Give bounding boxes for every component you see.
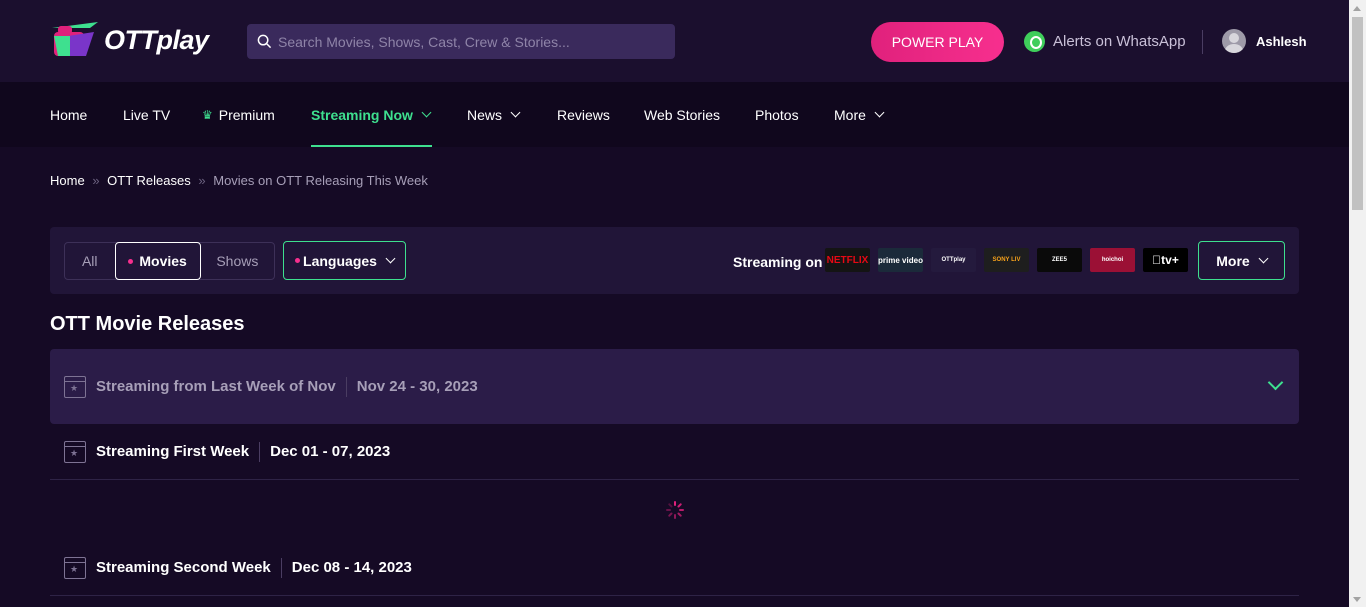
week-divider: [259, 441, 261, 462]
avatar-icon: [1222, 29, 1246, 53]
chevron-down-icon: [874, 107, 885, 118]
search-icon: [257, 34, 272, 49]
calendar-icon: [64, 556, 86, 579]
breadcrumb-separator: »: [92, 173, 100, 188]
streaming-on-label: Streaming on: [733, 254, 823, 270]
provider-label: ZEE5: [1051, 257, 1067, 263]
nav-item-home[interactable]: Home: [50, 82, 87, 147]
filter-shows[interactable]: Shows: [201, 243, 274, 279]
search-input[interactable]: [278, 33, 658, 50]
page: OTTplay POWER PLAY Alerts on WhatsApp As…: [0, 0, 1349, 607]
week-label: Streaming from Last Week of Nov: [96, 378, 336, 395]
provider-apple-tv[interactable]: tv+: [1143, 248, 1188, 272]
breadcrumb: Home » OTT Releases » Movies on OTT Rele…: [50, 173, 428, 188]
week-divider: [280, 557, 282, 578]
loading-spinner-icon: [666, 501, 684, 519]
nav-item-web-stories[interactable]: Web Stories: [644, 82, 720, 147]
whatsapp-alerts-link[interactable]: Alerts on WhatsApp: [1024, 31, 1186, 52]
breadcrumb-current: Movies on OTT Releasing This Week: [213, 173, 428, 188]
nav-item-reviews[interactable]: Reviews: [557, 82, 610, 147]
nav-item-photos[interactable]: Photos: [755, 82, 799, 147]
more-providers-dropdown[interactable]: More: [1198, 241, 1285, 280]
more-label: More: [1216, 252, 1250, 269]
content-type-toggle: All Movies Shows: [64, 242, 275, 280]
nav-label: Premium: [218, 106, 275, 123]
nav-label: Photos: [755, 106, 799, 123]
provider-label: NETFLIX: [826, 254, 869, 266]
week-label: Streaming Second Week: [96, 559, 271, 576]
chevron-down-icon: [385, 253, 396, 264]
nav-item-streaming-now[interactable]: Streaming Now: [311, 82, 432, 147]
scrollbar-thumb[interactable]: [1352, 17, 1363, 210]
nav-item-live-tv[interactable]: Live TV: [123, 82, 170, 147]
section-title: OTT Movie Releases: [50, 313, 245, 335]
chevron-down-icon[interactable]: [1267, 374, 1284, 391]
whatsapp-label: Alerts on WhatsApp: [1053, 33, 1186, 50]
week-row[interactable]: Streaming Second Week Dec 08 - 14, 2023: [50, 540, 1299, 596]
provider-ottplay[interactable]: OTTplay: [931, 248, 976, 272]
provider-netflix[interactable]: NETFLIX: [825, 248, 870, 272]
provider-prime-video[interactable]: prime video: [878, 248, 923, 272]
nav-label: Live TV: [123, 106, 171, 123]
scroll-down-icon[interactable]: [1353, 597, 1361, 602]
languages-dropdown[interactable]: Languages: [283, 241, 406, 280]
filter-movies-label: Movies: [139, 253, 187, 269]
week-divider: [345, 376, 347, 397]
crown-icon: ♛: [202, 107, 213, 122]
provider-label: SONY LIV: [992, 257, 1021, 263]
whatsapp-icon: [1024, 31, 1045, 52]
filter-all[interactable]: All: [65, 243, 115, 279]
ottplay-logo[interactable]: OTTplay: [50, 18, 209, 62]
nav-item-more[interactable]: More: [834, 82, 885, 147]
breadcrumb-separator: »: [198, 173, 206, 188]
main-nav: Home Live TV ♛ Premium Streaming Now News…: [0, 82, 1349, 147]
top-header: OTTplay POWER PLAY Alerts on WhatsApp As…: [0, 0, 1349, 82]
nav-label: Reviews: [557, 106, 610, 123]
nav-item-premium[interactable]: ♛ Premium: [202, 82, 275, 147]
power-play-button[interactable]: POWER PLAY: [871, 22, 1004, 62]
languages-label: Languages: [303, 252, 377, 269]
chevron-down-icon: [1258, 253, 1269, 264]
provider-label: tv+: [1156, 253, 1179, 267]
apple-icon: : [1152, 253, 1161, 267]
week-dates: Dec 08 - 14, 2023: [291, 559, 412, 576]
provider-label: hoichoi: [1101, 257, 1124, 263]
header-divider: [1202, 30, 1203, 54]
week-row[interactable]: Streaming from Last Week of Nov Nov 24 -…: [50, 349, 1299, 424]
provider-label: prime video: [878, 255, 923, 265]
breadcrumb-ott-releases[interactable]: OTT Releases: [107, 173, 191, 188]
provider-hoichoi[interactable]: hoichoi: [1090, 248, 1135, 272]
nav-label: More: [834, 106, 866, 123]
active-dot-icon: [128, 258, 134, 264]
nav-label: Web Stories: [644, 106, 720, 123]
week-dates: Dec 01 - 07, 2023: [270, 443, 391, 460]
nav-label: Home: [50, 106, 88, 123]
chevron-down-icon: [510, 107, 521, 118]
active-dot-icon: [295, 258, 301, 263]
nav-item-news[interactable]: News: [467, 82, 521, 147]
scroll-up-icon[interactable]: [1353, 6, 1361, 11]
calendar-icon: [64, 375, 86, 398]
provider-zee5[interactable]: ZEE5: [1037, 248, 1082, 272]
filter-bar: All Movies Shows Languages Streaming on …: [50, 227, 1299, 294]
logo-text: OTTplay: [104, 24, 209, 55]
provider-label: OTTplay: [941, 257, 966, 263]
calendar-icon: [64, 440, 86, 463]
filter-movies[interactable]: Movies: [114, 242, 201, 280]
chevron-down-icon: [421, 107, 432, 118]
search-bar[interactable]: [247, 24, 675, 59]
nav-label: Streaming Now: [311, 106, 413, 123]
breadcrumb-home[interactable]: Home: [50, 173, 85, 188]
nav-label: News: [467, 106, 503, 123]
week-label: Streaming First Week: [96, 443, 250, 460]
provider-sonyliv[interactable]: SONY LIV: [984, 248, 1029, 272]
week-row[interactable]: Streaming First Week Dec 01 - 07, 2023: [50, 424, 1299, 480]
user-name: Ashlesh: [1256, 33, 1307, 49]
logo-mark-icon: [52, 22, 98, 56]
week-dates: Nov 24 - 30, 2023: [356, 378, 478, 395]
user-menu[interactable]: Ashlesh: [1222, 29, 1307, 53]
